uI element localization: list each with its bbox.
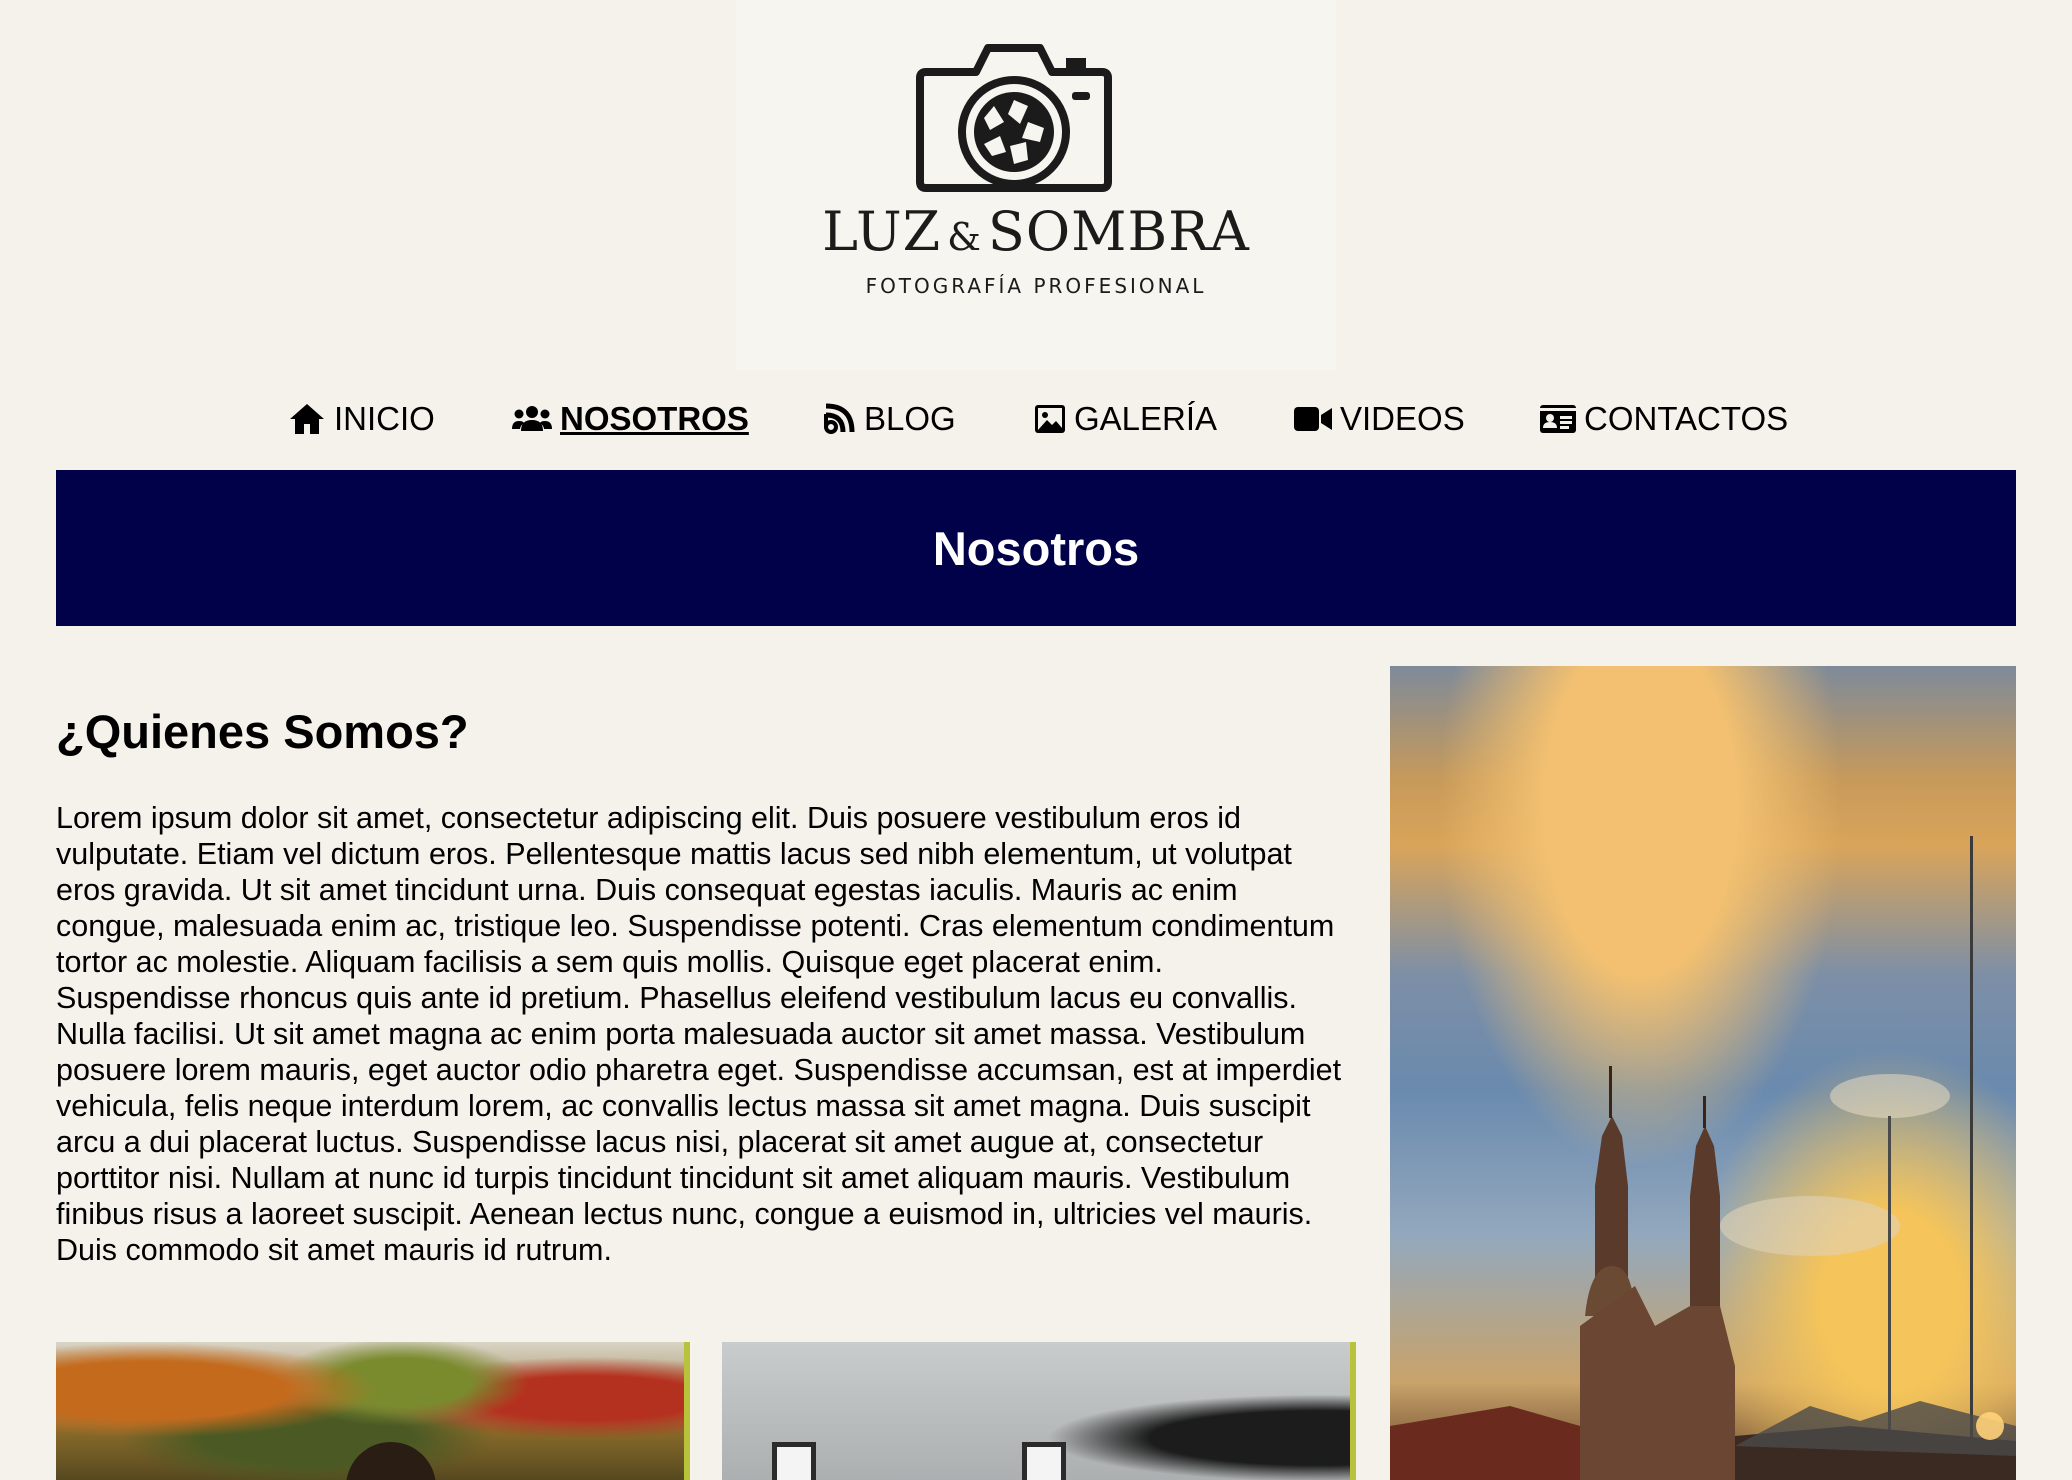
- autumn-portrait-photo: [56, 1342, 684, 1480]
- nav-label-nosotros: NOSOTROS: [560, 400, 749, 437]
- nav-item-galeria[interactable]: GALERÍA: [1034, 396, 1217, 442]
- camera-logo-icon: [916, 44, 1112, 192]
- brand-name-ampersand: &: [947, 215, 982, 259]
- page-banner: Nosotros: [56, 470, 2016, 626]
- section-heading: ¿Quienes Somos?: [56, 705, 469, 758]
- nav-item-contactos[interactable]: CONTACTOS: [1540, 396, 1788, 442]
- brand-name-right: SOMBRA: [987, 200, 1250, 263]
- studio-light: [1022, 1442, 1066, 1480]
- nav-label-galeria: GALERÍA: [1074, 400, 1218, 437]
- nav-label-inicio: INICIO: [334, 400, 435, 437]
- main-navigation: INICIO NOSOTROS BLOG GALERÍA VIDEOS CONT…: [0, 396, 2072, 442]
- nav-item-blog[interactable]: BLOG: [822, 396, 956, 442]
- studio-photo: [722, 1342, 1350, 1480]
- video-icon: [1294, 407, 1332, 431]
- home-icon: [290, 404, 324, 434]
- brand-name: LUZ & SOMBRA: [736, 200, 1336, 269]
- nav-item-nosotros[interactable]: NOSOTROS: [512, 396, 749, 442]
- studio-light: [772, 1442, 816, 1480]
- photo-subject: [346, 1442, 436, 1480]
- page-title: Nosotros: [932, 521, 1140, 575]
- contact-card-icon: [1540, 405, 1576, 433]
- rss-icon: [824, 403, 855, 434]
- nav-label-blog: BLOG: [864, 400, 956, 437]
- users-icon: [512, 406, 552, 431]
- nav-item-videos[interactable]: VIDEOS: [1294, 396, 1465, 442]
- image-icon: [1035, 405, 1065, 433]
- page: LUZ & SOMBRA FOTOGRAFÍA PROFESIONAL INICIO…: [0, 0, 2072, 1480]
- cathedral-photo: [1390, 666, 2016, 1480]
- nav-item-inicio[interactable]: INICIO: [288, 396, 435, 442]
- nav-label-contactos: CONTACTOS: [1584, 400, 1789, 437]
- brand-name-left: LUZ: [822, 200, 942, 263]
- nav-label-videos: VIDEOS: [1340, 400, 1465, 437]
- about-paragraph: Lorem ipsum dolor sit amet, consectetur …: [56, 801, 1342, 1267]
- cathedral-silhouette: [1390, 836, 2016, 1480]
- brand-tagline: FOTOGRAFÍA PROFESIONAL: [865, 274, 1207, 298]
